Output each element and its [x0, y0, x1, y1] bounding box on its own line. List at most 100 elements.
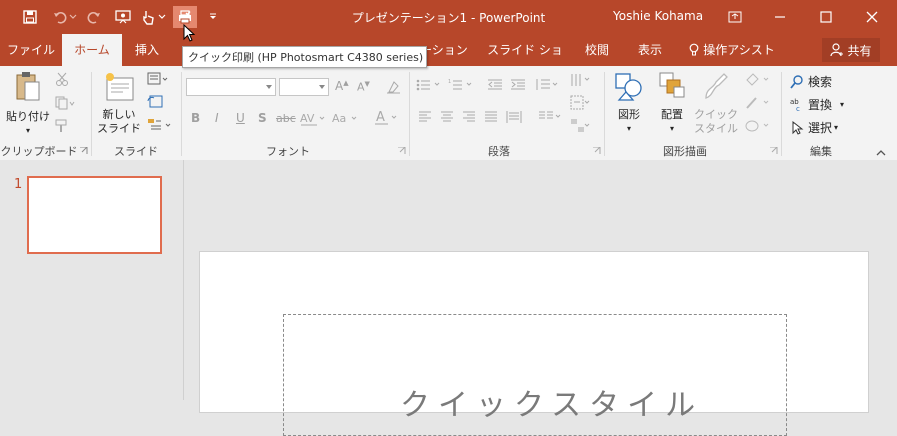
quick-styles-label-2: スタイル — [694, 122, 738, 135]
paragraph-dialog-launcher-icon[interactable] — [593, 147, 601, 155]
find-label: 検索 — [808, 75, 833, 89]
user-name[interactable]: Yoshie Kohama — [613, 9, 703, 23]
new-slide-button[interactable]: 新しい スライド — [96, 70, 142, 136]
quick-styles-label-1: クイック — [694, 108, 738, 121]
share-button[interactable]: 共有 — [822, 38, 880, 62]
tab-animation[interactable]: ーション — [420, 34, 468, 66]
group-label-clipboard: クリップボード — [0, 145, 78, 158]
title-placeholder-text: クイックスタイル — [400, 388, 704, 423]
tab-home[interactable]: ホーム — [62, 34, 122, 66]
strikethrough-button[interactable]: abc — [276, 112, 296, 125]
select-button[interactable]: 選択 ▾ — [790, 119, 838, 136]
clipboard-dialog-launcher-icon[interactable] — [80, 147, 88, 155]
shape-fill-icon[interactable] — [744, 72, 772, 91]
new-slide-label-1: 新しい — [102, 108, 136, 121]
group-label-slides: スライド — [114, 145, 158, 158]
collapse-ribbon-icon[interactable] — [876, 146, 886, 160]
increase-font-icon[interactable]: A▲ — [335, 79, 349, 93]
tab-file[interactable]: ファイル — [4, 34, 58, 66]
cursor-arrow-icon — [792, 120, 804, 135]
align-text-icon[interactable] — [570, 95, 592, 114]
numbering-icon[interactable]: 1 — [448, 78, 474, 95]
find-button[interactable]: 検索 — [790, 73, 832, 90]
tab-view[interactable]: 表示 — [628, 34, 672, 66]
shadow-button[interactable]: S — [258, 111, 267, 125]
character-spacing-icon[interactable]: AV — [300, 112, 326, 129]
arrange-icon — [659, 72, 685, 98]
change-case-icon[interactable]: Aa — [332, 112, 360, 129]
tab-slideshow[interactable]: スライド ショー — [484, 34, 566, 89]
tab-tell-me[interactable]: 操作アシスト — [688, 34, 776, 66]
select-label: 選択 — [808, 121, 833, 135]
columns-icon[interactable] — [538, 110, 562, 127]
minimize-icon[interactable] — [769, 6, 791, 28]
share-label: 共有 — [847, 43, 872, 58]
new-slide-label-2: スライド — [97, 122, 141, 135]
svg-text:Aa: Aa — [332, 112, 346, 125]
text-direction-icon[interactable] — [570, 72, 592, 91]
align-center-icon[interactable] — [440, 111, 454, 126]
tab-insert[interactable]: 挿入 — [126, 34, 168, 66]
tab-review[interactable]: 校閲 — [576, 34, 618, 66]
group-label-paragraph: 段落 — [488, 145, 510, 158]
clipboard-icon — [16, 72, 40, 101]
font-dialog-launcher-icon[interactable] — [398, 147, 406, 155]
group-label-editing: 編集 — [810, 145, 832, 158]
smartart-icon[interactable] — [570, 118, 592, 137]
slide[interactable]: クイックスタイル — [199, 251, 869, 436]
shapes-button[interactable]: 図形 ▾ — [609, 70, 649, 136]
format-painter-icon[interactable] — [55, 119, 69, 136]
chevron-down-icon — [266, 85, 272, 89]
search-icon — [790, 74, 803, 89]
underline-button[interactable]: U — [236, 111, 245, 125]
section-icon[interactable] — [147, 118, 173, 135]
justify-icon[interactable] — [484, 111, 498, 126]
replace-button[interactable]: ab c 置換 ▾ — [790, 96, 844, 113]
italic-button[interactable]: I — [215, 111, 219, 125]
bold-button[interactable]: B — [191, 111, 200, 125]
increase-indent-icon[interactable] — [510, 78, 526, 95]
replace-icon: abc — [790, 98, 800, 112]
quick-styles-button[interactable]: クイック スタイル — [692, 70, 740, 136]
mouse-pointer-icon — [183, 24, 196, 42]
paste-button[interactable]: 貼り付け ▾ — [5, 70, 51, 138]
arrange-button[interactable]: 配置 ▾ — [652, 70, 692, 136]
bullets-icon[interactable] — [416, 78, 442, 95]
slide-canvas: クイックスタイル — [184, 160, 897, 436]
ribbon-display-options-icon[interactable] — [724, 6, 746, 28]
maximize-icon[interactable] — [815, 6, 837, 28]
ribbon: 貼り付け ▾ クリップボード 新しい スライド スライド A▲ A▼ B I U… — [0, 66, 897, 161]
person-icon — [830, 43, 844, 57]
title-bar: プレゼンテーション1 - PowerPoint Yoshie Kohama — [0, 0, 897, 34]
shape-effects-icon[interactable] — [744, 118, 772, 137]
slide-number: 1 — [14, 177, 23, 192]
slide-thumbnail[interactable] — [27, 176, 162, 254]
new-slide-icon — [106, 73, 134, 101]
decrease-indent-icon[interactable] — [487, 78, 503, 95]
svg-text:1: 1 — [448, 79, 451, 85]
lightbulb-icon — [689, 43, 699, 56]
font-size-combo[interactable] — [279, 78, 329, 96]
close-icon[interactable] — [861, 6, 883, 28]
align-right-icon[interactable] — [462, 111, 476, 126]
shape-outline-icon[interactable] — [744, 95, 772, 114]
copy-icon[interactable] — [55, 96, 75, 113]
quick-print-tooltip: クイック印刷 (HP Photosmart C4380 series) — [182, 46, 427, 68]
replace-label: 置換 — [808, 98, 833, 112]
ribbon-tab-bar: ファイル ホーム 挿入 ーション スライド ショー 校閲 表示 操作アシスト 共… — [0, 34, 897, 89]
font-name-combo[interactable] — [186, 78, 276, 96]
font-color-icon[interactable]: A — [374, 110, 400, 129]
clear-formatting-icon[interactable] — [386, 80, 402, 97]
cut-icon[interactable] — [55, 72, 69, 89]
svg-text:A: A — [376, 110, 385, 125]
distribute-icon[interactable] — [506, 110, 522, 127]
line-spacing-icon[interactable] — [535, 78, 559, 95]
layout-icon[interactable] — [147, 72, 169, 89]
decrease-font-icon[interactable]: A▼ — [357, 80, 370, 94]
svg-text:AV: AV — [300, 112, 315, 125]
group-label-font: フォント — [266, 145, 310, 158]
reset-slide-icon[interactable] — [147, 95, 163, 112]
shapes-label: 図形 — [618, 108, 640, 121]
drawing-dialog-launcher-icon[interactable] — [770, 147, 778, 155]
align-left-icon[interactable] — [418, 111, 432, 126]
